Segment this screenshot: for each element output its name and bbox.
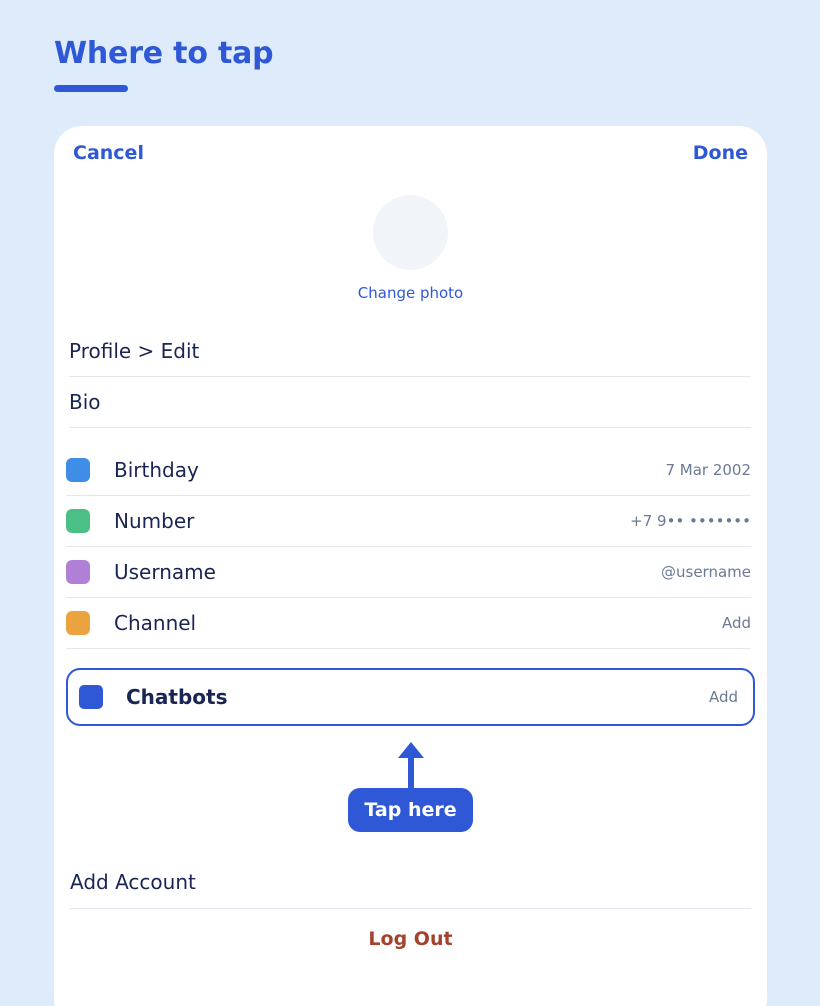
name-field-text: Profile > Edit bbox=[69, 339, 200, 363]
row-label: Username bbox=[114, 560, 216, 584]
row-value: Add bbox=[708, 688, 738, 706]
avatar[interactable] bbox=[373, 195, 448, 270]
add-account-label: Add Account bbox=[70, 870, 196, 894]
row-value: Add bbox=[721, 614, 751, 632]
channel-icon bbox=[66, 611, 90, 635]
bio-field-text: Bio bbox=[69, 390, 101, 414]
bio-field[interactable]: Bio bbox=[69, 377, 751, 428]
row-label: Number bbox=[114, 509, 195, 533]
title-underline bbox=[54, 85, 128, 92]
row-chatbots[interactable]: Chatbots Add bbox=[66, 668, 755, 726]
row-birthday[interactable]: Birthday 7 Mar 2002 bbox=[66, 445, 751, 496]
done-button[interactable]: Done bbox=[693, 142, 748, 164]
tap-here-callout: Tap here bbox=[348, 788, 473, 832]
chatbots-icon bbox=[79, 685, 103, 709]
row-channel[interactable]: Channel Add bbox=[66, 598, 751, 649]
row-number[interactable]: Number +7 9•• ••••••• bbox=[66, 496, 751, 547]
username-icon bbox=[66, 560, 90, 584]
edit-profile-card: Cancel Done Change photo Profile > Edit … bbox=[54, 126, 767, 1006]
logout-button[interactable]: Log Out bbox=[54, 928, 767, 950]
birthday-icon bbox=[66, 458, 90, 482]
add-account-button[interactable]: Add Account bbox=[70, 856, 751, 909]
row-value: +7 9•• ••••••• bbox=[630, 512, 751, 530]
cancel-button[interactable]: Cancel bbox=[73, 142, 144, 164]
change-photo-link[interactable]: Change photo bbox=[54, 284, 767, 302]
row-label: Chatbots bbox=[126, 685, 228, 709]
page-title: Where to tap bbox=[54, 36, 274, 71]
row-value: @username bbox=[661, 563, 751, 581]
row-value: 7 Mar 2002 bbox=[665, 461, 751, 479]
page: Where to tap Cancel Done Change photo Pr… bbox=[0, 0, 820, 1006]
row-label: Channel bbox=[114, 611, 197, 635]
phone-icon bbox=[66, 509, 90, 533]
row-label: Birthday bbox=[114, 458, 199, 482]
arrow-up-icon bbox=[396, 742, 426, 788]
name-field[interactable]: Profile > Edit bbox=[69, 326, 751, 377]
row-username[interactable]: Username @username bbox=[66, 547, 751, 598]
